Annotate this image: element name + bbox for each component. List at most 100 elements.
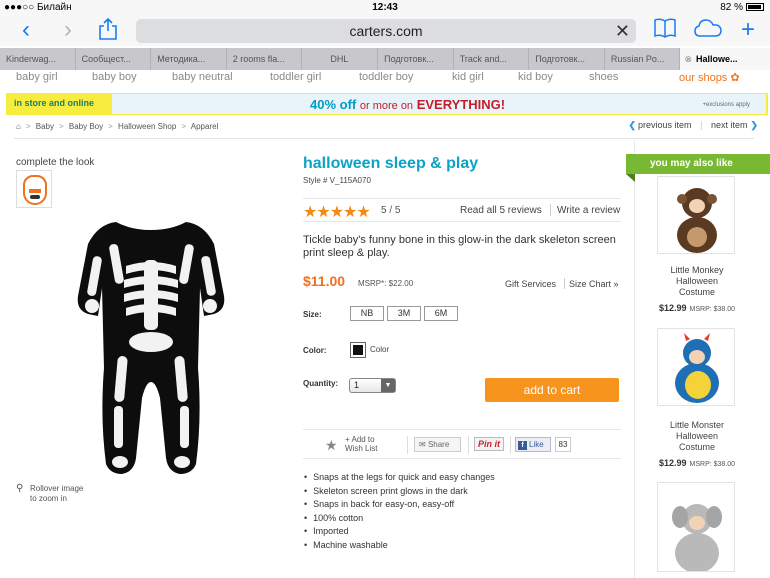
address-bar[interactable]: carters.com ✕	[136, 19, 636, 43]
dropdown-arrow-icon: ▼	[381, 379, 395, 392]
size-chart-link[interactable]: Size Chart »	[569, 279, 619, 289]
close-tab-icon[interactable]: ⊗	[684, 54, 692, 64]
color-label: Color:	[303, 346, 327, 355]
breadcrumb: ⌂ > Baby > Baby Boy > Halloween Shop > Appar…	[16, 122, 219, 131]
recommendation-image[interactable]	[657, 328, 735, 406]
size-button[interactable]: NB	[350, 306, 384, 321]
status-bar: ●●●○○ Билайн 12:43 82 %	[0, 0, 770, 16]
breadcrumb-baby-boy[interactable]: Baby Boy	[69, 122, 103, 131]
nav-baby-neutral[interactable]: baby neutral	[172, 71, 233, 83]
tab[interactable]: Подготовк...	[529, 48, 605, 70]
breadcrumb-apparel[interactable]: Apparel	[191, 122, 219, 131]
list-item: Imported	[303, 525, 495, 539]
nav-baby-boy[interactable]: baby boy	[92, 71, 137, 83]
complete-the-look-label: complete the look	[16, 157, 95, 168]
bookmarks-icon[interactable]	[651, 18, 679, 44]
read-reviews-link[interactable]: Read all 5 reviews	[460, 205, 542, 216]
star-icon: ★	[356, 204, 370, 221]
gift-services-link[interactable]: Gift Services	[505, 279, 556, 289]
breadcrumb-baby[interactable]: Baby	[36, 122, 54, 131]
promo-banner[interactable]: in store and online 40% off or more on E…	[6, 93, 768, 115]
chevron-right-icon[interactable]: ❯	[750, 120, 758, 130]
add-to-wish-list-link[interactable]: + Add to Wish List	[345, 435, 377, 453]
promo-offer: 40% off or more on EVERYTHING!	[310, 97, 506, 112]
rating-score: 5 / 5	[381, 205, 401, 216]
rating-stars: ★★★★★	[303, 202, 371, 222]
tab[interactable]: Сообщест...	[76, 48, 152, 70]
promo-offer-area: 40% off or more on EVERYTHING! +exclusio…	[112, 94, 766, 114]
zoom-hint: ⚲ Rollover image to zoom in	[16, 483, 84, 504]
size-button[interactable]: 3M	[387, 306, 421, 321]
complete-the-look-thumbnail[interactable]	[16, 170, 52, 208]
star-icon: ★	[329, 204, 344, 221]
star-icon[interactable]: ★	[325, 437, 338, 454]
rating-row: ★★★★★ 5 / 5 Read all 5 reviews Write a r…	[303, 198, 621, 222]
color-swatch[interactable]	[350, 342, 366, 358]
recommendation-price: $12.99 MSRP: $38.00	[659, 303, 736, 313]
url-text: carters.com	[349, 23, 423, 39]
clear-url-icon[interactable]: ✕	[615, 19, 630, 43]
nav-baby-girl[interactable]: baby girl	[16, 71, 58, 83]
you-may-also-like-heading: you may also like	[626, 154, 770, 182]
tab[interactable]: Подготовк...	[378, 48, 454, 70]
quantity-label: Quantity:	[303, 379, 339, 388]
share-icon[interactable]	[94, 17, 122, 44]
star-icon: ★	[303, 204, 317, 221]
nav-shoes[interactable]: shoes	[589, 71, 618, 83]
promo-exclusions: +exclusions apply	[702, 102, 750, 108]
forward-button[interactable]: ›	[54, 18, 82, 44]
browser-toolbar: ‹ › carters.com ✕ +	[0, 16, 770, 46]
product-description: Tickle baby's funny bone in this glow-in…	[303, 234, 616, 259]
recommendations-sidebar: you may also like Little Monkey Hallowee…	[626, 140, 770, 578]
size-button[interactable]: 6M	[424, 306, 458, 321]
tab[interactable]: Kinderwag...	[0, 48, 76, 70]
envelope-icon: ✉	[419, 440, 426, 449]
promo-stores: in store and online	[14, 98, 95, 108]
write-review-link[interactable]: Write a review	[557, 205, 620, 216]
tab[interactable]: Методика...	[151, 48, 227, 70]
nav-kid-boy[interactable]: kid boy	[518, 71, 553, 83]
chevron-left-icon[interactable]: ❮	[628, 120, 636, 130]
home-icon[interactable]: ⌂	[16, 122, 21, 131]
divider	[14, 138, 754, 139]
battery-icon	[746, 3, 764, 12]
product-image[interactable]	[76, 218, 226, 476]
star-icon: ★	[316, 204, 330, 221]
nav-our-shops[interactable]: our shops ✿	[679, 71, 740, 84]
pin-it-button[interactable]: Pin it	[474, 437, 504, 451]
next-item-link[interactable]: next item	[711, 120, 748, 130]
category-nav: baby girl baby boy baby neutral toddler …	[0, 70, 770, 92]
facebook-icon: f	[518, 441, 527, 450]
quantity-select[interactable]: 1 ▼	[349, 378, 396, 393]
price: $11.00	[303, 273, 346, 289]
facebook-like-button[interactable]: f Like	[515, 437, 551, 452]
recommendation-image[interactable]	[657, 482, 735, 572]
nav-toddler-boy[interactable]: toddler boy	[359, 71, 413, 83]
feature-list: Snaps at the legs for quick and easy cha…	[303, 471, 495, 553]
list-item: Snaps in back for easy-on, easy-off	[303, 498, 495, 512]
recommendation-name[interactable]: Little Monkey Halloween Costume	[637, 265, 757, 298]
nav-toddler-girl[interactable]: toddler girl	[270, 71, 321, 83]
new-tab-icon[interactable]: +	[734, 18, 762, 44]
icloud-icon[interactable]	[692, 18, 724, 44]
nav-kid-girl[interactable]: kid girl	[452, 71, 484, 83]
list-item: Machine washable	[303, 539, 495, 553]
magnifier-icon: ⚲	[16, 483, 24, 494]
tab-active[interactable]: ⊗ Hallowe...	[680, 48, 770, 70]
tab[interactable]: Russian Po...	[605, 48, 681, 70]
tab[interactable]: DHL	[302, 48, 379, 70]
product-title: halloween sleep & play	[303, 155, 479, 172]
breadcrumb-halloween-shop[interactable]: Halloween Shop	[118, 122, 176, 131]
back-button[interactable]: ‹	[12, 18, 40, 44]
tab[interactable]: Track and...	[454, 48, 530, 70]
tab[interactable]: 2 rooms fla...	[227, 48, 303, 70]
clock: 12:43	[372, 2, 398, 13]
size-label: Size:	[303, 310, 322, 319]
previous-item-link[interactable]: previous item	[638, 120, 692, 130]
star-icon: ★	[343, 204, 357, 221]
add-to-cart-button[interactable]: add to cart	[485, 378, 619, 402]
recommendation-image[interactable]	[657, 176, 735, 254]
like-count: 83	[555, 437, 571, 452]
share-button[interactable]: ✉ Share	[414, 437, 461, 452]
recommendation-name[interactable]: Little Monster Halloween Costume	[637, 420, 757, 453]
